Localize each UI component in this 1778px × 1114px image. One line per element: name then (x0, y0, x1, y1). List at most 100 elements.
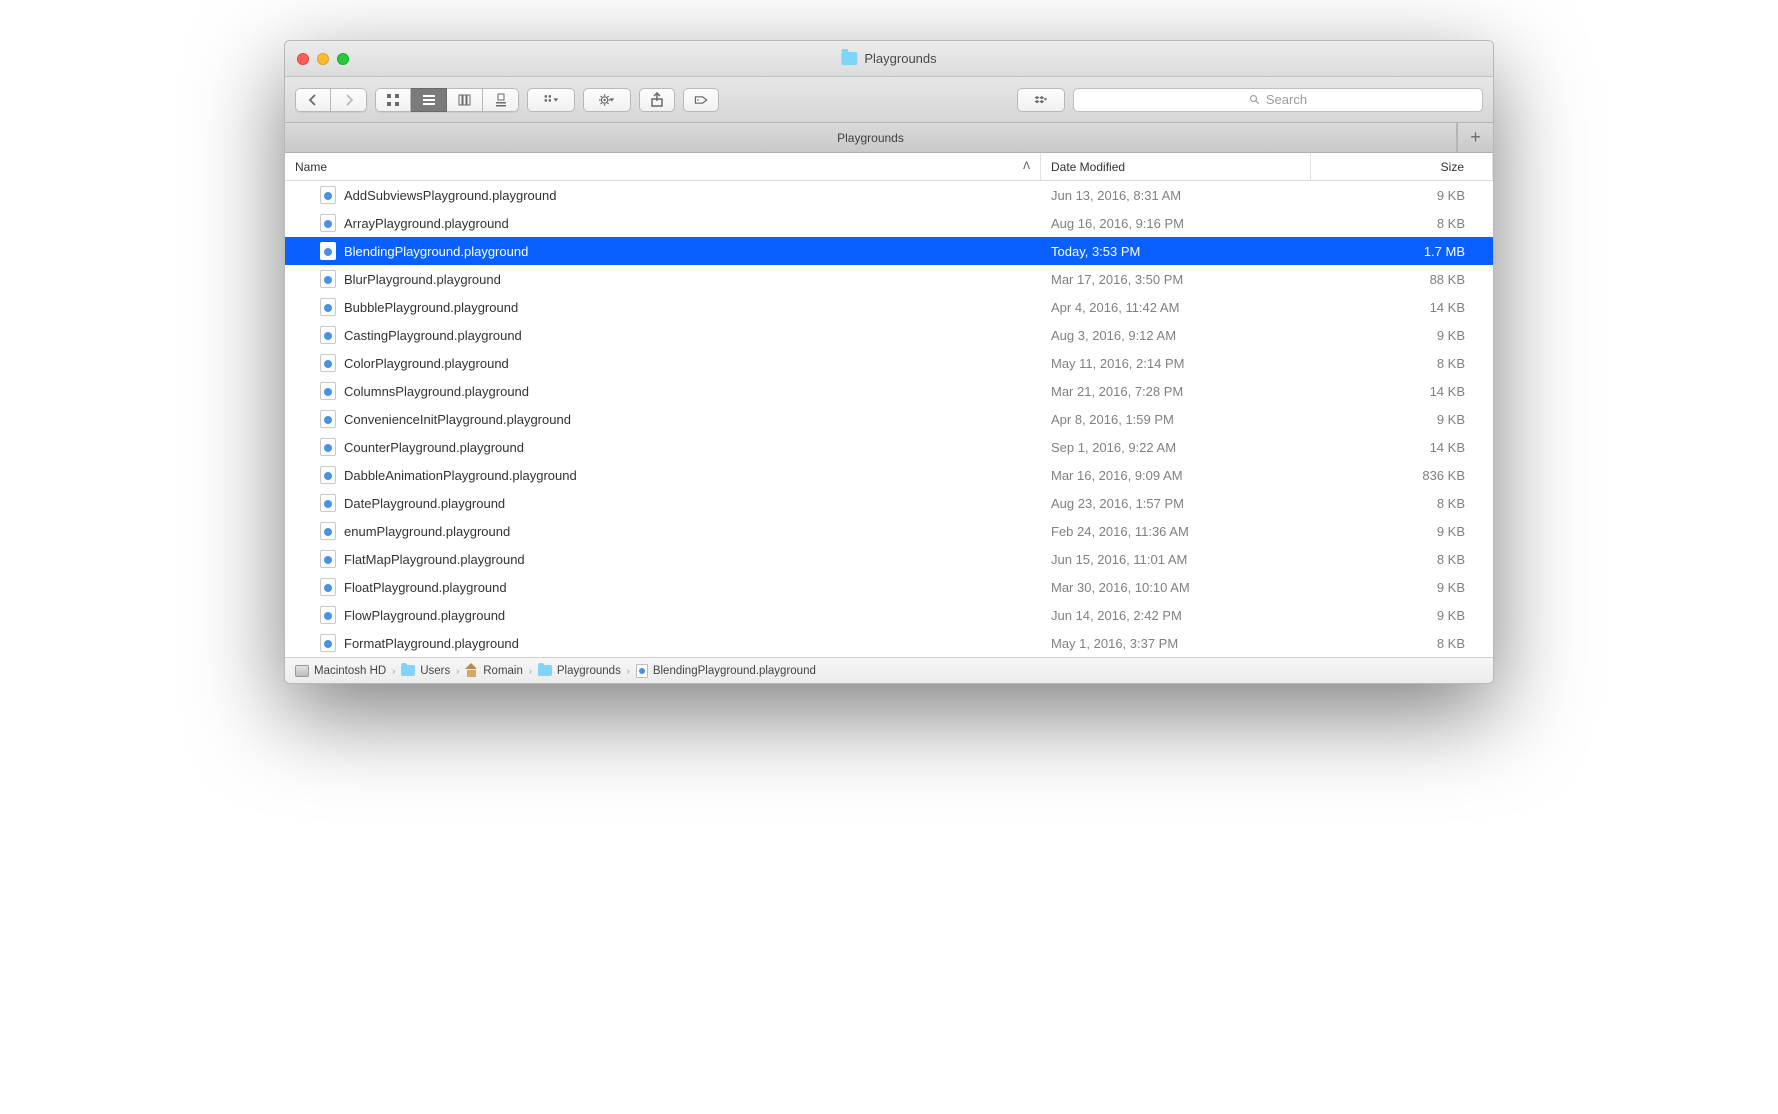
path-label: BlendingPlayground.playground (653, 665, 816, 677)
playground-file-icon (320, 326, 336, 344)
file-size: 8 KB (1311, 545, 1493, 573)
column-name[interactable]: Name ᐱ (285, 153, 1041, 180)
file-row[interactable]: ArrayPlayground.playgroundAug 16, 2016, … (285, 209, 1493, 237)
icon-view-button[interactable] (375, 88, 411, 112)
file-row[interactable]: enumPlayground.playgroundFeb 24, 2016, 1… (285, 517, 1493, 545)
playground-file-icon (320, 410, 336, 428)
file-date: Jun 15, 2016, 11:01 AM (1041, 545, 1311, 573)
file-row[interactable]: CastingPlayground.playgroundAug 3, 2016,… (285, 321, 1493, 349)
search-placeholder: Search (1266, 92, 1307, 107)
file-list[interactable]: AddSubviewsPlayground.playground Jun 13, … (285, 181, 1493, 657)
file-row[interactable]: DatePlayground.playground Aug 23, 2016, 1… (285, 489, 1493, 517)
tab-bar: Playgrounds + (285, 123, 1493, 153)
hdd-icon (295, 665, 309, 677)
column-headers: Name ᐱ Date Modified Size (285, 153, 1493, 181)
playground-file-icon (636, 664, 648, 678)
search-icon (1249, 94, 1261, 106)
titlebar: Playgrounds (285, 41, 1493, 77)
file-row[interactable]: ConvenienceInitPlayground.playgroundApr … (285, 405, 1493, 433)
forward-button[interactable] (331, 88, 367, 112)
file-row[interactable]: ColumnsPlayground.playgroundMar 21, 2016… (285, 377, 1493, 405)
file-date: Mar 17, 2016, 3:50 PM (1041, 265, 1311, 293)
share-button[interactable] (639, 88, 675, 112)
maximize-button[interactable] (337, 53, 349, 65)
file-name: BlendingPlayground.playground (344, 244, 528, 259)
file-date: Sep 1, 2016, 9:22 AM (1041, 433, 1311, 461)
tab[interactable]: Playgrounds (285, 123, 1457, 152)
view-buttons (375, 88, 519, 112)
file-size: 9 KB (1311, 601, 1493, 629)
playground-file-icon (320, 214, 336, 232)
list-view-button[interactable] (411, 88, 447, 112)
playground-file-icon (320, 298, 336, 316)
file-date: Apr 4, 2016, 11:42 AM (1041, 293, 1311, 321)
file-name: BubblePlayground.playground (344, 300, 518, 315)
column-date[interactable]: Date Modified (1041, 153, 1311, 180)
path-segment[interactable]: Macintosh HD (295, 665, 386, 677)
path-label: Playgrounds (557, 665, 621, 677)
close-button[interactable] (297, 53, 309, 65)
file-size: 14 KB (1311, 293, 1493, 321)
file-date: Apr 8, 2016, 1:59 PM (1041, 405, 1311, 433)
new-tab-button[interactable]: + (1457, 123, 1493, 152)
file-size: 9 KB (1311, 517, 1493, 545)
home-icon (465, 665, 478, 677)
file-date: Jun 13, 2016, 8:31 AM (1041, 181, 1311, 209)
file-row[interactable]: FlatMapPlayground.playgroundJun 15, 2016… (285, 545, 1493, 573)
playground-file-icon (320, 606, 336, 624)
dropbox-button[interactable] (1017, 88, 1065, 112)
file-size: 14 KB (1311, 433, 1493, 461)
playground-file-icon (320, 186, 336, 204)
file-size: 14 KB (1311, 377, 1493, 405)
file-date: May 11, 2016, 2:14 PM (1041, 349, 1311, 377)
playground-file-icon (320, 550, 336, 568)
path-segment[interactable]: Romain (465, 665, 523, 677)
column-size[interactable]: Size (1311, 153, 1493, 180)
minimize-button[interactable] (317, 53, 329, 65)
file-date: Aug 16, 2016, 9:16 PM (1041, 209, 1311, 237)
chevron-right-icon: › (627, 666, 630, 676)
file-row[interactable]: BlendingPlayground.playgroundToday, 3:53… (285, 237, 1493, 265)
playground-file-icon (320, 438, 336, 456)
column-view-button[interactable] (447, 88, 483, 112)
file-name: ColumnsPlayground.playground (344, 384, 529, 399)
file-row[interactable]: DabbleAnimationPlayground.playgroundMar … (285, 461, 1493, 489)
toolbar: Search (285, 77, 1493, 123)
file-name: FlowPlayground.playground (344, 608, 505, 623)
playground-file-icon (320, 242, 336, 260)
back-button[interactable] (295, 88, 331, 112)
title-text: Playgrounds (864, 51, 936, 66)
file-row[interactable]: FlowPlayground.playgroundJun 14, 2016, 2… (285, 601, 1493, 629)
playground-file-icon (320, 522, 336, 540)
tags-button[interactable] (683, 88, 719, 112)
path-segment[interactable]: BlendingPlayground.playground (636, 664, 816, 678)
file-row[interactable]: FormatPlayground.playgroundMay 1, 2016, … (285, 629, 1493, 657)
file-name: ColorPlayground.playground (344, 356, 509, 371)
arrange-button[interactable] (527, 88, 575, 112)
file-row[interactable]: ColorPlayground.playground May 11, 2016, … (285, 349, 1493, 377)
playground-file-icon (320, 382, 336, 400)
coverflow-view-button[interactable] (483, 88, 519, 112)
file-row[interactable]: FloatPlayground.playgroundMar 30, 2016, … (285, 573, 1493, 601)
playground-file-icon (320, 270, 336, 288)
action-button[interactable] (583, 88, 631, 112)
file-row[interactable]: CounterPlayground.playgroundSep 1, 2016,… (285, 433, 1493, 461)
file-row[interactable]: BlurPlayground.playgroundMar 17, 2016, 3… (285, 265, 1493, 293)
path-segment[interactable]: Users (401, 665, 450, 677)
file-name: AddSubviewsPlayground.playground (344, 188, 556, 203)
file-name: DatePlayground.playground (344, 496, 505, 511)
file-date: Aug 23, 2016, 1:57 PM (1041, 489, 1311, 517)
chevron-right-icon: › (529, 666, 532, 676)
file-size: 1.7 MB (1311, 237, 1493, 265)
folder-icon (841, 52, 857, 65)
file-name: FormatPlayground.playground (344, 636, 519, 651)
chevron-right-icon: › (456, 666, 459, 676)
file-row[interactable]: BubblePlayground.playground Apr 4, 2016, … (285, 293, 1493, 321)
path-segment[interactable]: Playgrounds (538, 665, 621, 677)
file-size: 836 KB (1311, 461, 1493, 489)
file-name: FloatPlayground.playground (344, 580, 507, 595)
search-input[interactable]: Search (1073, 88, 1483, 112)
file-row[interactable]: AddSubviewsPlayground.playground Jun 13, … (285, 181, 1493, 209)
file-name: CastingPlayground.playground (344, 328, 522, 343)
chevron-right-icon: › (392, 666, 395, 676)
